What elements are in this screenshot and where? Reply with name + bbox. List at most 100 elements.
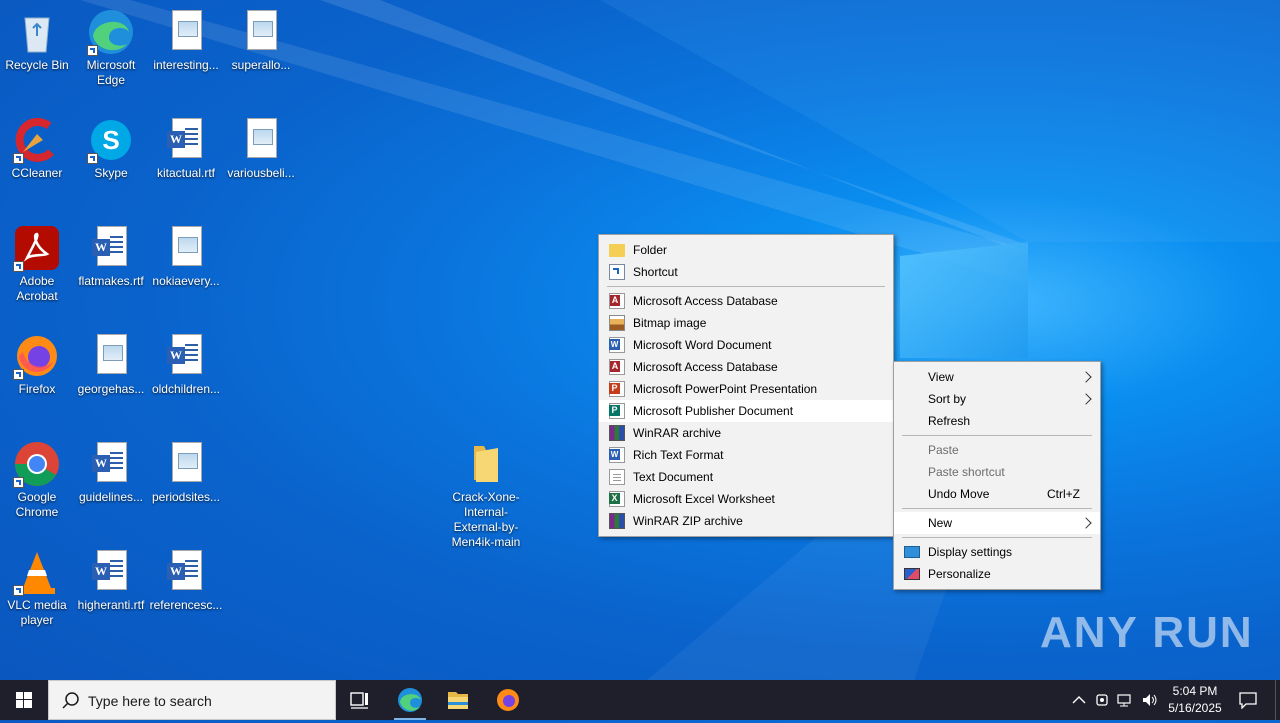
desktop-icon-image-file[interactable]: variousbeli...	[224, 116, 298, 181]
volume-icon[interactable]	[1141, 692, 1159, 708]
desktop-icon-label: Firefox	[18, 382, 56, 396]
desktop-icon-image-file[interactable]: superallo...	[224, 8, 298, 73]
access-icon	[609, 293, 625, 309]
menu-item-new[interactable]: New	[894, 512, 1100, 534]
taskbar-search-box[interactable]: Type here to search	[48, 680, 336, 720]
desktop-icon-vlc[interactable]: VLC media player	[0, 548, 74, 628]
desktop-icon-folder[interactable]: Crack-Xone-Internal-External-by-Men4ik-m…	[446, 440, 526, 550]
desktop-icon-rtf-file[interactable]: W oldchildren...	[149, 332, 223, 397]
menu-separator	[902, 435, 1092, 436]
menu-item-new-folder[interactable]: Folder	[599, 239, 893, 261]
image-file-icon	[172, 442, 202, 482]
desktop-icon-label: CCleaner	[11, 166, 63, 180]
menu-item-view[interactable]: View	[894, 366, 1100, 388]
chevron-right-icon	[1080, 371, 1092, 383]
desktop-icon-adobe-acrobat[interactable]: Adobe Acrobat	[0, 224, 74, 304]
clock-time: 5:04 PM	[1172, 684, 1218, 698]
desktop-icon-label: higheranti.rtf	[77, 598, 145, 612]
shortcut-arrow-icon	[87, 153, 98, 164]
desktop-icon-label: periodsites...	[151, 490, 221, 504]
menu-item-refresh[interactable]: Refresh	[894, 410, 1100, 432]
publisher-icon	[609, 403, 625, 419]
desktop-icon-label: flatmakes.rtf	[78, 274, 144, 288]
word-document-icon: W	[92, 550, 127, 590]
desktop-icon-google-chrome[interactable]: Google Chrome	[0, 440, 74, 520]
menu-item-undo-move[interactable]: Undo Move Ctrl+Z	[894, 483, 1100, 505]
image-file-icon	[172, 10, 202, 50]
desktop-icon-image-file[interactable]: periodsites...	[149, 440, 223, 505]
menu-item-paste-shortcut: Paste shortcut	[928, 465, 1005, 479]
menu-item-new-rich-text[interactable]: Rich Text Format	[599, 444, 893, 466]
chevron-right-icon	[1080, 393, 1092, 405]
desktop-icon-image-file[interactable]: nokiaevery...	[149, 224, 223, 289]
taskbar-firefox-button[interactable]	[484, 680, 532, 720]
notification-center-icon[interactable]	[1238, 691, 1258, 709]
chevron-up-icon[interactable]	[1071, 692, 1087, 708]
desktop-icon-rtf-file[interactable]: W kitactual.rtf	[149, 116, 223, 181]
desktop-icon-label: georgehas...	[77, 382, 145, 396]
image-file-icon	[247, 118, 277, 158]
desktop-icon-rtf-file[interactable]: W guidelines...	[74, 440, 148, 505]
show-desktop-button[interactable]	[1275, 680, 1280, 720]
menu-separator	[902, 508, 1092, 509]
menu-item-paste: Paste	[928, 443, 959, 457]
desktop-icon-cleaner[interactable]: CCleaner	[0, 116, 74, 181]
windows-start-icon	[16, 692, 32, 708]
desktop-icon-label: Microsoft Edge	[86, 58, 136, 87]
clock[interactable]: 5:04 PM 5/16/2025	[1160, 684, 1230, 715]
taskbar-file-explorer-button[interactable]	[434, 680, 482, 720]
firefox-icon	[497, 689, 519, 711]
text-document-icon	[609, 469, 625, 485]
desktop-icon-microsoft-edge[interactable]: Microsoft Edge	[74, 8, 148, 88]
desktop-icon-firefox[interactable]: Firefox	[0, 332, 74, 397]
menu-item-sort-by[interactable]: Sort by	[894, 388, 1100, 410]
desktop-icon-rtf-file[interactable]: W flatmakes.rtf	[74, 224, 148, 289]
menu-item-new-text-document[interactable]: Text Document	[599, 466, 893, 488]
meet-now-icon[interactable]	[1095, 692, 1111, 708]
task-view-icon	[350, 692, 368, 709]
menu-item-new-access-database[interactable]: Microsoft Access Database	[599, 290, 893, 312]
shortcut-arrow-icon	[13, 585, 24, 596]
desktop-icon-image-file[interactable]: georgehas...	[74, 332, 148, 397]
file-explorer-icon	[448, 692, 468, 709]
desktop-icon-skype[interactable]: S Skype	[74, 116, 148, 181]
menu-item-new-winrar-zip[interactable]: WinRAR ZIP archive	[599, 510, 893, 532]
shortcut-arrow-icon	[87, 45, 98, 56]
menu-item-new-powerpoint[interactable]: Microsoft PowerPoint Presentation	[599, 378, 893, 400]
taskbar-edge-button[interactable]	[386, 680, 434, 720]
search-placeholder: Type here to search	[88, 693, 212, 709]
search-icon	[62, 692, 79, 709]
desktop-icon-label: oldchildren...	[151, 382, 221, 396]
desktop-icon-rtf-file[interactable]: W higheranti.rtf	[74, 548, 148, 613]
start-button[interactable]	[0, 680, 48, 720]
menu-item-new-winrar-archive[interactable]: WinRAR archive	[599, 422, 893, 444]
access-icon	[609, 359, 625, 375]
desktop-icon-label: Google Chrome	[15, 490, 59, 519]
image-file-icon	[247, 10, 277, 50]
menu-item-new-access-database[interactable]: Microsoft Access Database	[599, 356, 893, 378]
shortcut-arrow-icon	[13, 153, 24, 164]
menu-separator	[607, 286, 885, 287]
menu-item-personalize[interactable]: Personalize	[894, 563, 1100, 585]
display-settings-icon	[904, 546, 920, 558]
desktop-icon-rtf-file[interactable]: W referencesc...	[149, 548, 223, 613]
menu-item-new-excel[interactable]: Microsoft Excel Worksheet	[599, 488, 893, 510]
desktop-icon-label: superallo...	[231, 58, 291, 72]
task-view-button[interactable]	[336, 680, 384, 720]
desktop-icon-label: VLC media player	[7, 598, 67, 627]
folder-icon	[609, 244, 625, 257]
menu-item-new-word-document[interactable]: Microsoft Word Document	[599, 334, 893, 356]
network-icon[interactable]	[1117, 692, 1135, 708]
desktop-icon-label: kitactual.rtf	[156, 166, 216, 180]
menu-item-new-shortcut[interactable]: Shortcut	[599, 261, 893, 283]
desktop-icon-label: guidelines...	[78, 490, 144, 504]
word-document-icon: W	[167, 118, 202, 158]
desktop-icon-recycle-bin[interactable]: Recycle Bin	[0, 8, 74, 73]
menu-item-new-publisher[interactable]: Microsoft Publisher Document	[599, 400, 893, 422]
menu-item-display-settings[interactable]: Display settings	[894, 541, 1100, 563]
desktop-icon-label: Skype	[94, 166, 128, 180]
winrar-icon	[609, 425, 625, 441]
shortcut-arrow-icon	[13, 261, 24, 272]
menu-item-new-bitmap[interactable]: Bitmap image	[599, 312, 893, 334]
desktop-icon-image-file[interactable]: interesting...	[149, 8, 223, 73]
